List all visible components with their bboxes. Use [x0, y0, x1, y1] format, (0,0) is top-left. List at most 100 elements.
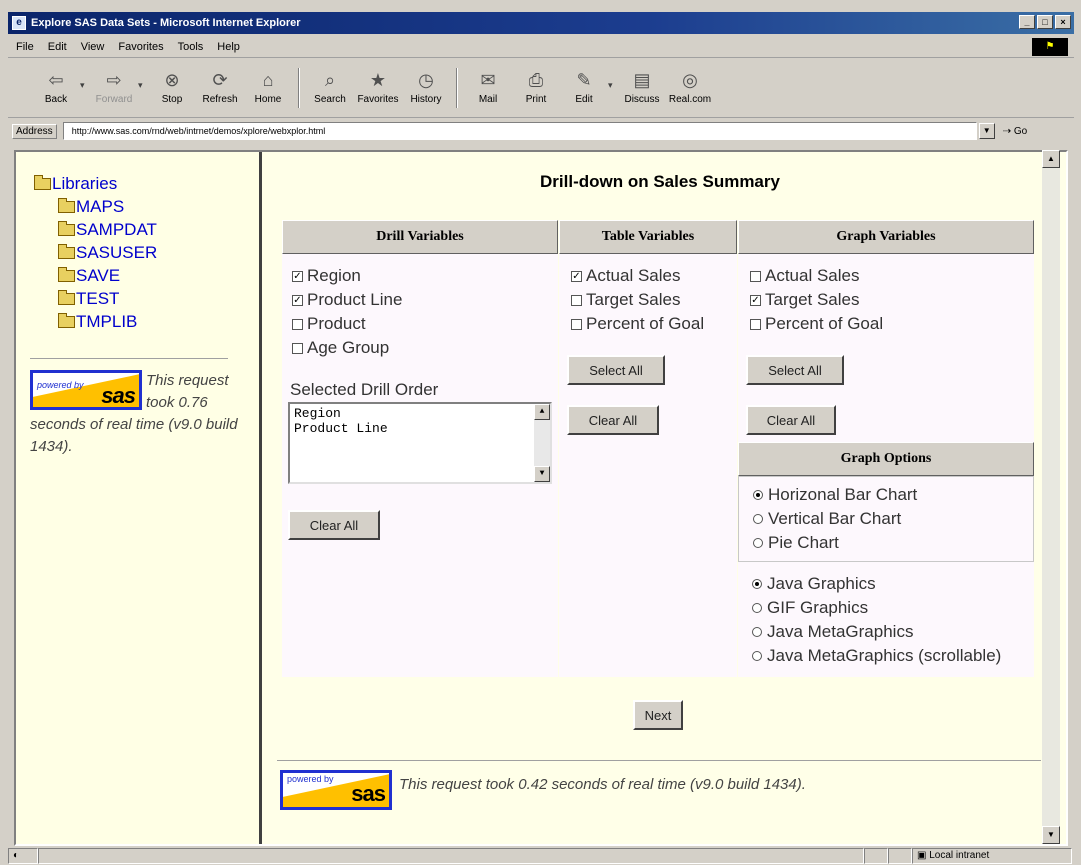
- refresh-button[interactable]: ⟳ Refresh: [196, 68, 244, 105]
- renderer-java-metagraphics[interactable]: Java MetaGraphics: [752, 620, 1034, 644]
- radio-selected-icon[interactable]: [752, 579, 762, 589]
- address-label: Address: [12, 123, 57, 139]
- discuss-button[interactable]: ▤ Discuss: [618, 68, 666, 105]
- go-button[interactable]: ⇢ Go: [1003, 126, 1028, 137]
- maximize-button[interactable]: □: [1037, 15, 1053, 29]
- forward-button[interactable]: ⇨ Forward: [90, 68, 138, 105]
- drill-order-listbox[interactable]: Region Product Line ▲ ▼: [288, 402, 552, 484]
- back-button[interactable]: ⇦ Back: [32, 68, 80, 105]
- favorites-icon: ★: [369, 70, 387, 90]
- history-button[interactable]: ◷ History: [402, 68, 450, 105]
- search-button[interactable]: ⌕ Search: [306, 68, 354, 105]
- scroll-up-icon[interactable]: ▲: [1042, 150, 1060, 168]
- window-title: Explore SAS Data Sets - Microsoft Intern…: [31, 17, 301, 29]
- graph-option-percent-of-goal[interactable]: Percent of Goal: [750, 312, 1034, 336]
- tree-item-tmplib[interactable]: TMPLIB: [58, 310, 157, 333]
- menu-edit[interactable]: Edit: [48, 41, 67, 53]
- checkbox-unchecked-icon[interactable]: [571, 294, 582, 306]
- checkbox-unchecked-icon[interactable]: [750, 318, 761, 330]
- graph-option-actual-sales[interactable]: Actual Sales: [750, 264, 1034, 288]
- chart-type-horizontal-bar[interactable]: Horizonal Bar Chart: [753, 483, 1033, 507]
- drill-option-product[interactable]: Product: [292, 312, 558, 336]
- tree-item-maps[interactable]: MAPS: [58, 195, 157, 218]
- table-option-target-sales[interactable]: Target Sales: [571, 288, 737, 312]
- radio-unselected-icon[interactable]: [752, 603, 762, 613]
- radio-selected-icon[interactable]: [753, 490, 763, 500]
- minimize-button[interactable]: _: [1019, 15, 1035, 29]
- drill-option-age-group[interactable]: Age Group: [292, 336, 558, 360]
- folder-icon: [58, 266, 75, 282]
- chart-type-pie[interactable]: Pie Chart: [753, 531, 1033, 555]
- checkbox-unchecked-icon[interactable]: [571, 318, 582, 330]
- scroll-up-icon[interactable]: ▲: [534, 404, 550, 420]
- home-button[interactable]: ⌂ Home: [244, 68, 292, 105]
- powered-by-sas-logo[interactable]: powered by sas: [30, 370, 142, 410]
- scrollbar-track[interactable]: [1042, 168, 1060, 826]
- table-clear-all-button[interactable]: Clear All: [567, 405, 659, 435]
- scroll-down-icon[interactable]: ▼: [1042, 826, 1060, 844]
- drill-option-product-line[interactable]: ✓ Product Line: [292, 288, 558, 312]
- menu-help[interactable]: Help: [217, 41, 240, 53]
- table-option-actual-sales[interactable]: ✓ Actual Sales: [571, 264, 737, 288]
- graph-clear-all-button[interactable]: Clear All: [746, 405, 836, 435]
- selected-drill-order-label: Selected Drill Order: [290, 380, 439, 399]
- menu-file[interactable]: File: [16, 41, 34, 53]
- status-cell-empty: [864, 848, 888, 864]
- list-item[interactable]: Region: [294, 406, 546, 421]
- listbox-scrollbar[interactable]: ▲ ▼: [534, 404, 550, 482]
- scroll-down-icon[interactable]: ▼: [534, 466, 550, 482]
- tree-item-test[interactable]: TEST: [58, 287, 157, 310]
- close-button[interactable]: ×: [1055, 15, 1071, 29]
- checkbox-unchecked-icon[interactable]: [292, 342, 303, 354]
- checkbox-checked-icon[interactable]: ✓: [292, 294, 303, 306]
- favorites-button[interactable]: ★ Favorites: [354, 68, 402, 105]
- home-icon: ⌂: [262, 70, 274, 90]
- radio-unselected-icon[interactable]: [752, 627, 762, 637]
- checkbox-checked-icon[interactable]: ✓: [292, 270, 303, 282]
- menu-tools[interactable]: Tools: [178, 41, 204, 53]
- back-dropdown-icon[interactable]: ▾: [80, 68, 90, 91]
- realcom-button[interactable]: ◎ Real.com: [666, 68, 714, 105]
- drill-option-region[interactable]: ✓ Region: [292, 264, 558, 288]
- renderer-gif-graphics[interactable]: GIF Graphics: [752, 596, 1034, 620]
- edit-button[interactable]: ✎ Edit: [560, 68, 608, 105]
- checkbox-checked-icon[interactable]: ✓: [750, 294, 761, 306]
- radio-unselected-icon[interactable]: [752, 651, 762, 661]
- graph-select-all-button[interactable]: Select All: [746, 355, 844, 385]
- print-button[interactable]: ⎙ Print: [512, 68, 560, 105]
- address-input[interactable]: http://www.sas.com/rnd/web/intrnet/demos…: [62, 122, 977, 140]
- tree-item-sasuser[interactable]: SASUSER: [58, 241, 157, 264]
- graph-option-target-sales[interactable]: ✓ Target Sales: [750, 288, 1034, 312]
- stop-icon: ⊗: [164, 70, 180, 90]
- stop-button[interactable]: ⊗ Stop: [148, 68, 196, 105]
- checkbox-unchecked-icon[interactable]: [750, 270, 761, 282]
- chart-type-vertical-bar[interactable]: Vertical Bar Chart: [753, 507, 1033, 531]
- tree-item-save[interactable]: SAVE: [58, 264, 157, 287]
- list-item[interactable]: Product Line: [294, 421, 546, 436]
- sidebar-timing-note: powered by sas This request took 0.76 se…: [30, 370, 242, 458]
- tree-root-libraries[interactable]: Libraries: [34, 172, 157, 195]
- renderer-java-metagraphics-scrollable[interactable]: Java MetaGraphics (scrollable): [752, 644, 1034, 668]
- tree-item-sampdat[interactable]: SAMPDAT: [58, 218, 157, 241]
- powered-by-sas-logo[interactable]: powered by sas: [280, 770, 392, 810]
- edit-dropdown-icon[interactable]: ▾: [608, 68, 618, 91]
- renderer-java-graphics[interactable]: Java Graphics: [752, 572, 1034, 596]
- forward-dropdown-icon[interactable]: ▾: [138, 68, 148, 91]
- page-scrollbar[interactable]: ▲ ▼: [1042, 150, 1060, 846]
- radio-unselected-icon[interactable]: [753, 538, 763, 548]
- go-arrow-icon: ⇢: [1002, 125, 1012, 137]
- address-dropdown-icon[interactable]: ▼: [978, 123, 995, 139]
- mail-button[interactable]: ✉ Mail: [464, 68, 512, 105]
- radio-unselected-icon[interactable]: [753, 514, 763, 524]
- table-option-percent-of-goal[interactable]: Percent of Goal: [571, 312, 737, 336]
- drill-clear-all-button[interactable]: Clear All: [288, 510, 380, 540]
- back-arrow-icon: ⇦: [48, 70, 64, 90]
- toolbar-separator: [456, 68, 458, 108]
- checkbox-checked-icon[interactable]: ✓: [571, 270, 582, 282]
- menu-view[interactable]: View: [81, 41, 105, 53]
- next-button[interactable]: Next: [633, 700, 683, 730]
- table-select-all-button[interactable]: Select All: [567, 355, 665, 385]
- checkbox-unchecked-icon[interactable]: [292, 318, 303, 330]
- folder-icon: [58, 220, 75, 236]
- menu-favorites[interactable]: Favorites: [118, 41, 163, 53]
